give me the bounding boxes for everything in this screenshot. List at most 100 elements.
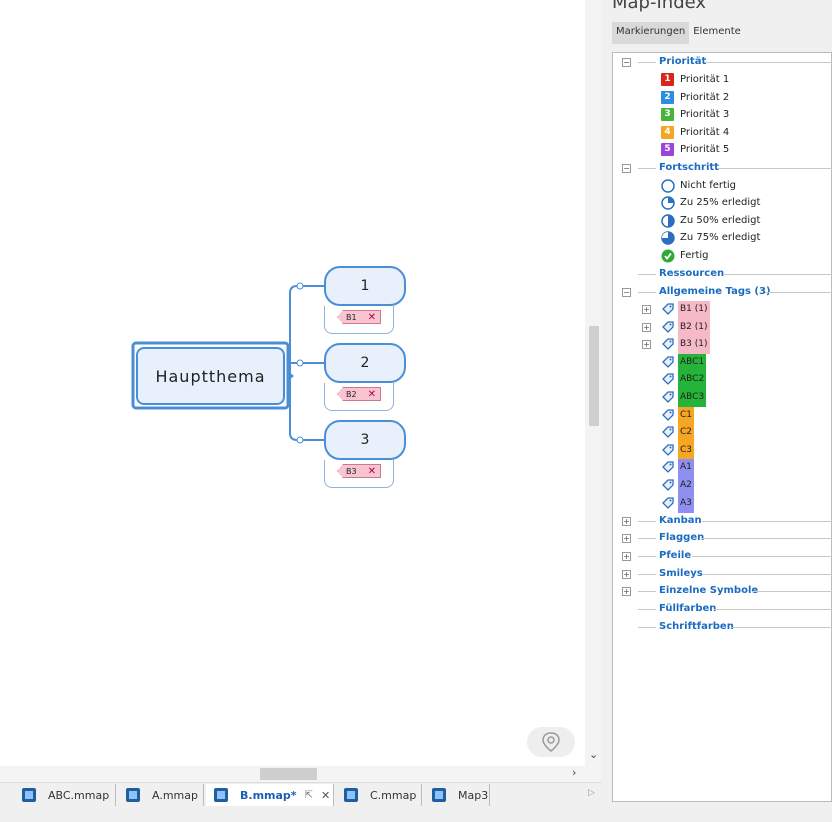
tag-b2[interactable]: B2 ✕ [337,387,381,401]
expand-icon[interactable]: + [622,552,631,561]
tag-entry[interactable]: A1 [678,459,694,477]
marker-priority-2[interactable]: Priorität 2 [680,90,729,106]
marker-progress-75[interactable]: Zu 75% erledigt [680,230,760,246]
marker-progress-0[interactable]: Nicht fertig [680,178,736,194]
tag-entry[interactable]: C1 [678,407,695,425]
subtopic-label: 3 [360,432,370,448]
tag-icon [662,461,674,473]
location-pin-icon [542,732,560,752]
tag-entry[interactable]: ABC1 [678,354,707,372]
tag-entry[interactable]: B1 (1) [678,301,710,319]
group-fortschritt[interactable]: Fortschritt [659,160,719,176]
tab-c-mmap[interactable]: C.mmap [336,784,422,806]
tab-map3[interactable]: Map3 [424,784,490,806]
group-ressourcen[interactable]: Ressourcen [659,266,724,282]
vertical-scroll-thumb[interactable] [589,326,599,426]
priority-5-icon: 5 [661,143,674,156]
remove-tag-icon[interactable]: ✕ [368,311,376,324]
group-line [638,574,656,575]
subtopic-2[interactable]: 2 [324,343,406,383]
group-line [638,556,656,557]
expand-icon[interactable]: + [622,570,631,579]
subtopic-3[interactable]: 3 [324,420,406,460]
expand-icon[interactable]: + [622,517,631,526]
collapse-icon[interactable]: − [622,288,631,297]
group-line [765,292,832,293]
tab-a-mmap[interactable]: A.mmap [118,784,204,806]
tag-b3[interactable]: B3 ✕ [337,464,381,478]
marker-priority-1[interactable]: Priorität 1 [680,72,729,88]
group-line [732,627,832,628]
group-smileys[interactable]: Smileys [659,566,703,582]
tab-label: C.mmap [370,788,417,802]
progress-0-icon [661,179,675,193]
group-line [638,627,656,628]
group-einzelne-symbole[interactable]: Einzelne Symbole [659,583,758,599]
mindmap-file-icon [214,788,228,802]
collapse-icon[interactable]: − [622,164,631,173]
central-topic-label: Hauptthema [155,366,266,386]
tag-label: B2 [346,390,357,399]
scroll-right-icon[interactable]: › [572,766,576,779]
tag-entry[interactable]: A3 [678,495,694,513]
expand-icon[interactable]: + [642,305,651,314]
group-fuellfarben[interactable]: Füllfarben [659,601,716,617]
tag-entry[interactable]: ABC2 [678,371,707,389]
subtopic-tag-area: B1 ✕ [324,306,394,334]
tab-markierungen[interactable]: Markierungen [612,22,690,44]
priority-1-icon: 1 [661,73,674,86]
mindmap-canvas[interactable]: Hauptthema 1 B1 ✕ 2 B2 ✕ 3 B3 ✕ [0,0,585,766]
tag-icon [662,426,674,438]
expand-icon[interactable]: + [642,340,651,349]
tag-icon [662,356,674,368]
tab-b-mmap[interactable]: B.mmap* ⇱ ✕ [206,784,334,806]
tag-entry[interactable]: C3 [678,442,695,460]
collapse-icon[interactable]: − [622,58,631,67]
subtopic-1[interactable]: 1 [324,266,406,306]
group-flaggen[interactable]: Flaggen [659,530,704,546]
progress-25-icon [661,196,675,210]
marker-progress-50[interactable]: Zu 50% erledigt [680,213,760,229]
remove-tag-icon[interactable]: ✕ [368,465,376,478]
tag-entry[interactable]: B3 (1) [678,336,710,354]
location-pin-button[interactable] [527,727,575,757]
marker-priority-3[interactable]: Priorität 3 [680,107,729,123]
marker-progress-25[interactable]: Zu 25% erledigt [680,195,760,211]
group-prioritaet[interactable]: Priorität [659,54,706,70]
marker-progress-done[interactable]: Fertig [680,248,709,264]
tab-elemente[interactable]: Elemente [689,22,745,44]
expand-icon[interactable]: + [622,587,631,596]
marker-priority-5[interactable]: Priorität 5 [680,142,729,158]
expand-icon[interactable]: + [642,323,651,332]
group-line [638,609,656,610]
group-line [705,62,832,63]
tag-entry[interactable]: B2 (1) [678,319,710,337]
group-line [723,274,832,275]
tag-entry[interactable]: C2 [678,424,695,442]
close-tab-icon[interactable]: ✕ [321,789,330,802]
tag-b1[interactable]: B1 ✕ [337,310,381,324]
group-pfeile[interactable]: Pfeile [659,548,691,564]
tag-icon [662,303,674,315]
tab-abc-mmap[interactable]: ABC.mmap [14,784,116,806]
tag-icon [662,321,674,333]
group-line [638,168,656,169]
group-schriftfarben[interactable]: Schriftfarben [659,619,734,635]
marker-priority-4[interactable]: Priorität 4 [680,125,729,141]
group-allgemeine-tags[interactable]: Allgemeine Tags (3) [659,284,771,300]
tag-icon [662,497,674,509]
remove-tag-icon[interactable]: ✕ [368,388,376,401]
group-line [717,168,832,169]
tag-label: B1 [346,313,357,322]
expand-icon[interactable]: + [622,534,631,543]
central-topic[interactable]: Hauptthema [136,347,285,405]
tag-icon [662,373,674,385]
progress-75-icon [661,231,675,245]
horizontal-scroll-thumb[interactable] [260,768,317,780]
pin-icon[interactable]: ⇱ [305,790,313,801]
tab-overflow-icon[interactable]: ▷ [588,788,595,798]
tag-entry[interactable]: A2 [678,477,694,495]
group-kanban[interactable]: Kanban [659,513,702,529]
scroll-down-icon[interactable]: ⌄ [589,748,598,761]
tag-entry[interactable]: ABC3 [678,389,707,407]
